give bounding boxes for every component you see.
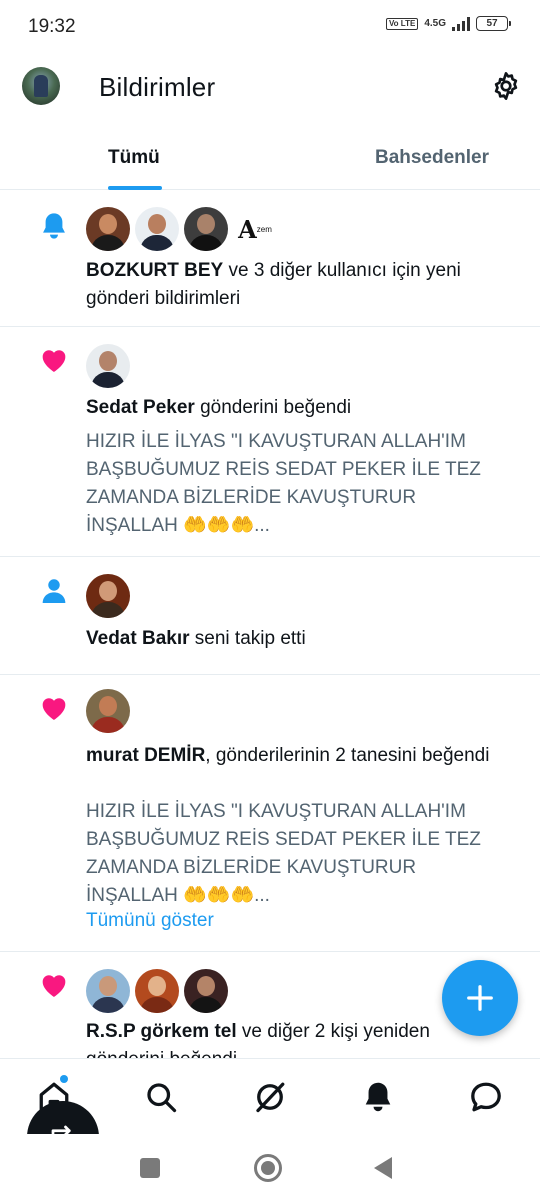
notification-list: Azem BOZKURT BEY ve 3 diğer kullanıcı iç… — [0, 190, 540, 1058]
status-icons: Vo LTE 4.5G 57 — [385, 16, 511, 31]
logo-small-text: zem — [256, 224, 272, 234]
notification-action: gönderini beğendi — [194, 397, 352, 418]
notification-item[interactable]: Sedat Peker gönderini beğendi HIZIR İLE … — [0, 327, 540, 557]
avatar[interactable] — [86, 574, 130, 618]
plus-icon — [467, 985, 493, 1011]
profile-avatar[interactable] — [22, 67, 60, 105]
gear-icon[interactable] — [490, 70, 522, 102]
show-all-link[interactable]: Tümünü göster — [86, 910, 214, 932]
quoted-post[interactable]: HIZIR İLE İLYAS "I KAVUŞTURAN ALLAH'IM B… — [86, 798, 496, 910]
network-type: 4.5G — [424, 17, 446, 29]
brand-logo[interactable]: Azem — [233, 207, 277, 251]
avatar-group: Azem — [86, 207, 277, 251]
avatar-group — [86, 574, 130, 618]
status-time: 19:32 — [28, 16, 76, 37]
user-name[interactable]: Vedat Bakır — [86, 628, 190, 649]
user-name[interactable]: BOZKURT BEY — [86, 260, 223, 281]
notification-text: murat DEMİR, gönderilerinin 2 tanesini b… — [86, 742, 502, 770]
notification-text: BOZKURT BEY ve 3 diğer kullanıcı için ye… — [86, 257, 502, 313]
notification-action: seni takip etti — [189, 628, 306, 649]
status-bar: 19:32 Vo LTE 4.5G 57 — [0, 0, 540, 52]
messages-icon[interactable] — [468, 1079, 504, 1115]
avatar[interactable] — [135, 969, 179, 1013]
avatar[interactable] — [86, 689, 130, 733]
page-title: Bildirimler — [99, 72, 216, 102]
notification-item[interactable]: Azem BOZKURT BEY ve 3 diğer kullanıcı iç… — [0, 190, 540, 327]
recents-button[interactable] — [140, 1158, 160, 1178]
avatar[interactable] — [86, 344, 130, 388]
avatar[interactable] — [184, 207, 228, 251]
volte-icon: Vo LTE — [385, 17, 419, 30]
avatar[interactable] — [86, 207, 130, 251]
compose-button[interactable] — [442, 960, 518, 1036]
notification-item[interactable]: murat DEMİR, gönderilerinin 2 tanesini b… — [0, 675, 540, 952]
notification-tabs: Tümü Bahsedenler — [0, 122, 540, 190]
heart-icon — [42, 975, 66, 997]
avatar[interactable] — [86, 969, 130, 1013]
avatar-group — [86, 969, 228, 1013]
top-app-bar: Bildirimler — [0, 52, 540, 122]
person-icon — [42, 579, 66, 603]
bell-icon — [43, 213, 65, 239]
avatar-group — [86, 689, 130, 733]
search-icon[interactable] — [143, 1079, 179, 1115]
home-system-button[interactable] — [254, 1154, 282, 1182]
notification-text: Sedat Peker gönderini beğendi — [86, 394, 502, 422]
user-name[interactable]: murat DEMİR — [86, 745, 205, 766]
tab-mentions-label: Bahsedenler — [374, 147, 490, 168]
notification-text: R.S.P görkem tel ve diğer 2 kişi yeniden… — [86, 1018, 502, 1058]
tab-all-label: Tümü — [108, 147, 160, 168]
tab-mentions[interactable]: Bahsedenler — [324, 122, 540, 189]
grok-icon[interactable] — [252, 1079, 288, 1115]
tab-all[interactable]: Tümü — [0, 122, 324, 189]
quoted-post[interactable]: HIZIR İLE İLYAS "I KAVUŞTURAN ALLAH'IM B… — [86, 428, 496, 540]
avatar-group — [86, 344, 130, 388]
back-button[interactable] — [374, 1157, 392, 1179]
avatar[interactable] — [184, 969, 228, 1013]
logo-letter: A — [238, 214, 257, 244]
heart-icon — [42, 698, 66, 720]
user-name[interactable]: Sedat Peker — [86, 397, 195, 418]
avatar[interactable] — [135, 207, 179, 251]
signal-icon — [452, 16, 470, 31]
home-new-dot — [60, 1075, 68, 1083]
system-navigation-bar — [0, 1134, 540, 1200]
bell-icon[interactable] — [360, 1079, 396, 1115]
notification-item[interactable]: Vedat Bakır seni takip etti — [0, 557, 540, 675]
notification-action: , gönderilerinin 2 tanesini beğendi — [205, 745, 490, 766]
notification-text: Vedat Bakır seni takip etti — [86, 625, 502, 653]
user-name[interactable]: R.S.P görkem tel — [86, 1021, 237, 1042]
battery-icon: 57 — [476, 16, 511, 31]
heart-icon — [42, 350, 66, 372]
